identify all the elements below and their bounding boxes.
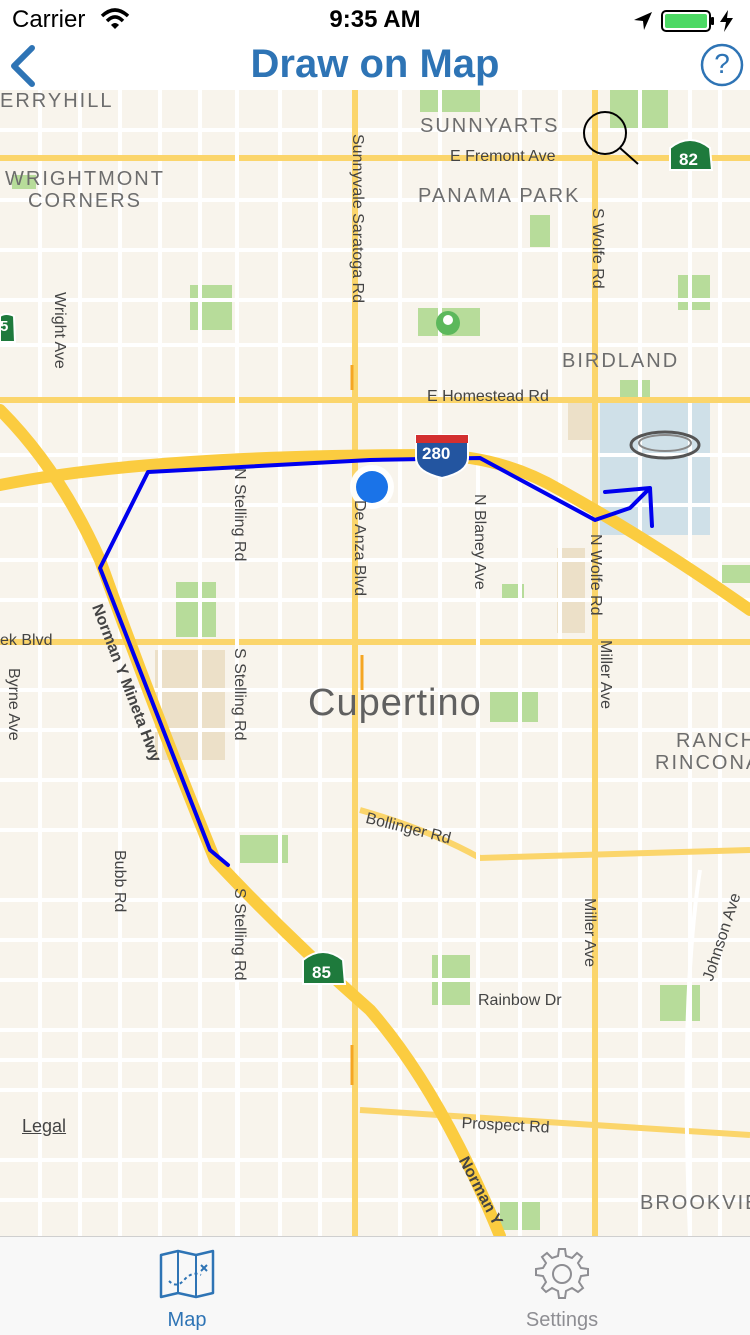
area-label: RANCH: [676, 730, 750, 752]
road-label: N Stelling Rd: [231, 468, 248, 562]
road-label: Bubb Rd: [111, 850, 128, 913]
battery-icon: [661, 10, 714, 32]
road-label: De Anza Blvd: [351, 500, 368, 597]
tab-bar: Map Settings: [0, 1236, 750, 1335]
park-tree-icon: [436, 311, 460, 335]
road-label: Byrne Ave: [5, 668, 22, 741]
road-label: Miller Ave: [597, 640, 614, 710]
help-button[interactable]: ?: [697, 43, 747, 87]
charging-icon: [720, 10, 733, 32]
tab-map-label: Map: [167, 1309, 207, 1331]
area-label: RINCONA: [655, 752, 750, 774]
city-label: Cupertino: [308, 682, 482, 724]
road-label: N Wolfe Rd: [587, 534, 604, 616]
legal-link[interactable]: Legal: [22, 1116, 66, 1137]
shield-85-label: 85: [312, 963, 331, 982]
road-label: Rainbow Dr: [478, 992, 562, 1009]
road-label: E Fremont Ave: [450, 148, 556, 165]
gear-icon: [535, 1248, 589, 1299]
area-label: WRIGHTMONT: [5, 168, 165, 190]
road-label: Wright Ave: [51, 292, 68, 369]
tab-settings-label: Settings: [525, 1309, 599, 1331]
area-label: BIRDLAND: [562, 350, 680, 372]
map-icon: [159, 1249, 215, 1299]
tab-settings[interactable]: Settings: [462, 1237, 662, 1335]
shield-left-label: 5: [0, 318, 9, 335]
area-label: CORNERS: [28, 190, 143, 212]
area-label: PANAMA PARK: [418, 185, 581, 207]
area-label: BROOKVIE: [640, 1192, 750, 1214]
water-area: [600, 400, 710, 535]
road-label: S Stelling Rd: [231, 648, 248, 741]
road-label: S Wolfe Rd: [589, 208, 606, 289]
road-label: ek Blvd: [0, 632, 53, 649]
area-label: SUNNYARTS: [420, 115, 560, 137]
page-title: Draw on Map: [250, 42, 500, 86]
navigation-bar: Draw on Map ?: [0, 40, 750, 90]
map-view[interactable]: 280 82 85 5 ERRYHILL SUNNYARTS WRIGHTMON…: [0, 90, 750, 1236]
status-right-icons: [634, 10, 733, 32]
road-label: E Homestead Rd: [427, 388, 549, 405]
help-label: ?: [714, 48, 730, 79]
location-arrow-icon: [634, 12, 652, 30]
road-label: Miller Ave: [581, 898, 598, 968]
road-label: S Stelling Rd: [231, 888, 248, 981]
road-label: Sunnyvale Saratoga Rd: [349, 134, 366, 303]
area-label: ERRYHILL: [0, 90, 114, 112]
tab-map[interactable]: Map: [87, 1237, 287, 1335]
shield-82-label: 82: [679, 150, 698, 169]
shield-280-label: 280: [422, 444, 451, 463]
status-bar: Carrier 9:35 AM: [0, 0, 750, 40]
road-label: N Blaney Ave: [471, 494, 488, 590]
